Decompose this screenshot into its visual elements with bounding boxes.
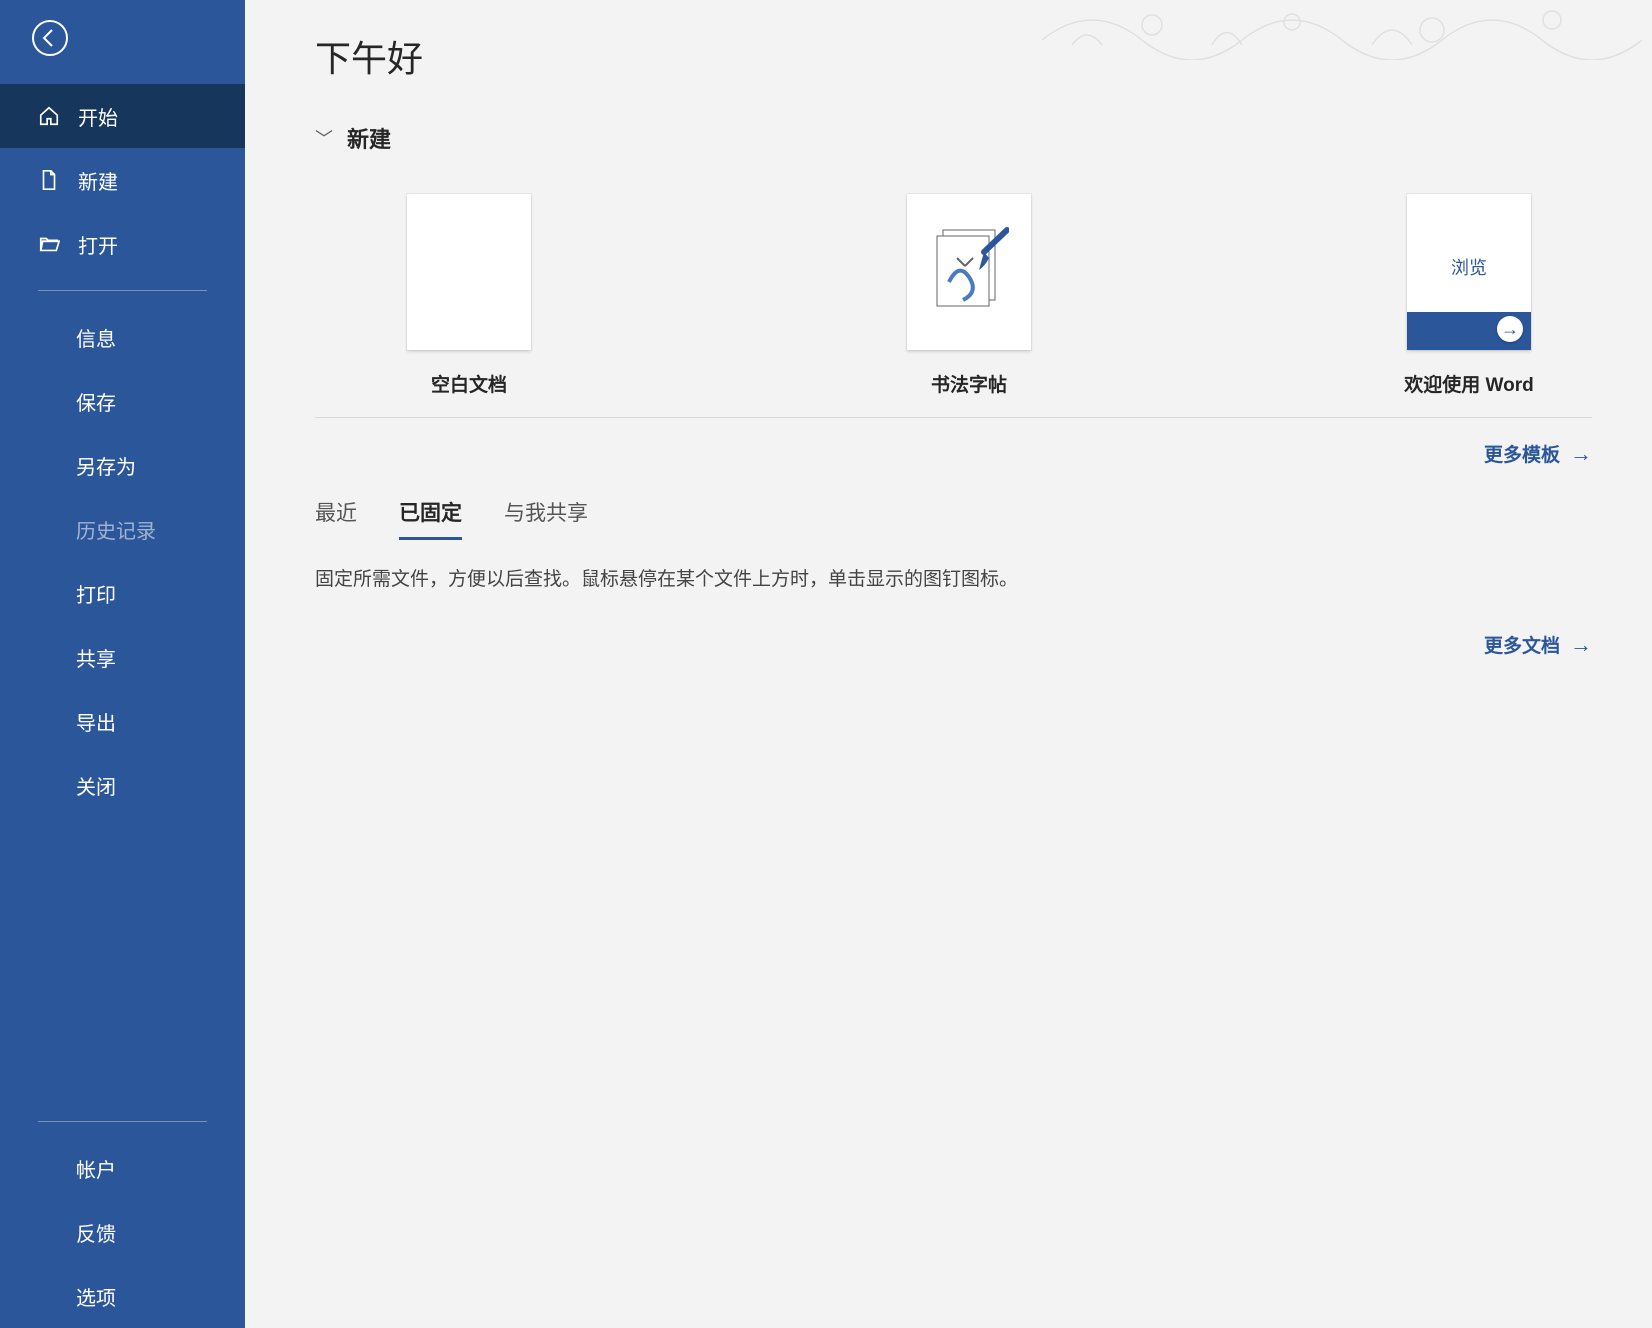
sidebar-item-info[interactable]: 信息 bbox=[0, 305, 245, 369]
more-documents-link[interactable]: 更多文档 → bbox=[315, 631, 1592, 658]
sidebar-divider bbox=[38, 1121, 207, 1122]
sidebar-item-label: 信息 bbox=[76, 323, 116, 352]
sidebar-item-share[interactable]: 共享 bbox=[0, 625, 245, 689]
home-icon bbox=[38, 105, 60, 127]
sidebar-item-label: 历史记录 bbox=[76, 515, 156, 544]
arrow-right-icon: → bbox=[1570, 441, 1592, 467]
sidebar-item-feedback[interactable]: 反馈 bbox=[0, 1200, 245, 1264]
back-arrow-icon bbox=[30, 18, 70, 63]
sidebar-item-label: 关闭 bbox=[76, 771, 116, 800]
sidebar-item-label: 帐户 bbox=[76, 1154, 116, 1183]
more-templates-link[interactable]: 更多模板 → bbox=[315, 440, 1592, 467]
document-tabs: 最近 已固定 与我共享 bbox=[315, 497, 1592, 540]
sidebar-divider bbox=[38, 290, 207, 291]
greeting-text: 下午好 bbox=[315, 30, 1592, 82]
template-thumbnail bbox=[907, 194, 1031, 350]
sidebar-item-open[interactable]: 打开 bbox=[0, 212, 245, 276]
sidebar: 开始 新建 打开 信息 保存 另存为 历史记录 打印 共享 导出 关闭 帐户 bbox=[0, 0, 245, 1328]
sidebar-item-export[interactable]: 导出 bbox=[0, 689, 245, 753]
folder-open-icon bbox=[38, 233, 60, 255]
divider bbox=[315, 417, 1592, 418]
sidebar-item-account[interactable]: 帐户 bbox=[0, 1136, 245, 1200]
sidebar-item-label: 导出 bbox=[76, 707, 116, 736]
tab-pinned[interactable]: 已固定 bbox=[399, 497, 462, 540]
arrow-right-icon: → bbox=[1497, 316, 1523, 342]
sidebar-item-label: 打开 bbox=[78, 230, 118, 259]
sidebar-item-close[interactable]: 关闭 bbox=[0, 753, 245, 817]
sidebar-item-home[interactable]: 开始 bbox=[0, 84, 245, 148]
document-icon bbox=[38, 169, 60, 191]
sidebar-item-label: 另存为 bbox=[76, 451, 136, 480]
tab-shared-with-me[interactable]: 与我共享 bbox=[504, 497, 588, 540]
sidebar-item-label: 打印 bbox=[76, 579, 116, 608]
template-thumbnail: 浏览 → bbox=[1407, 194, 1531, 350]
template-calligraphy[interactable]: 书法字帖 bbox=[889, 194, 1049, 397]
template-thumbnail bbox=[407, 194, 531, 350]
new-section-header[interactable]: ﹀ 新建 bbox=[315, 122, 1592, 154]
sidebar-item-save-as[interactable]: 另存为 bbox=[0, 433, 245, 497]
sidebar-item-label: 保存 bbox=[76, 387, 116, 416]
back-button[interactable] bbox=[26, 16, 74, 64]
chevron-down-icon: ﹀ bbox=[315, 125, 333, 151]
sidebar-item-new[interactable]: 新建 bbox=[0, 148, 245, 212]
sidebar-item-label: 开始 bbox=[78, 102, 118, 131]
arrow-right-icon: → bbox=[1570, 632, 1592, 658]
pinned-hint-text: 固定所需文件，方便以后查找。鼠标悬停在某个文件上方时，单击显示的图钉图标。 bbox=[315, 564, 1592, 591]
more-templates-label: 更多模板 bbox=[1484, 440, 1560, 467]
section-title: 新建 bbox=[347, 122, 391, 154]
more-documents-label: 更多文档 bbox=[1484, 631, 1560, 658]
templates-row: 空白文档 书法字帖 浏览 → 欢迎使用 Word bbox=[315, 194, 1592, 397]
sidebar-item-save[interactable]: 保存 bbox=[0, 369, 245, 433]
sidebar-item-print[interactable]: 打印 bbox=[0, 561, 245, 625]
sidebar-item-label: 共享 bbox=[76, 643, 116, 672]
template-blank-document[interactable]: 空白文档 bbox=[389, 194, 549, 397]
tab-recent[interactable]: 最近 bbox=[315, 497, 357, 540]
main-content: 下午好 ﹀ 新建 空白文档 书法字帖 浏览 bbox=[245, 0, 1652, 1328]
template-label: 欢迎使用 Word bbox=[1404, 370, 1533, 397]
sidebar-item-options[interactable]: 选项 bbox=[0, 1264, 245, 1328]
browse-label: 浏览 bbox=[1407, 254, 1531, 280]
sidebar-item-label: 选项 bbox=[76, 1282, 116, 1311]
template-welcome-word[interactable]: 浏览 → 欢迎使用 Word bbox=[1389, 194, 1549, 397]
sidebar-item-label: 新建 bbox=[78, 166, 118, 195]
sidebar-item-label: 反馈 bbox=[76, 1218, 116, 1247]
template-label: 空白文档 bbox=[431, 370, 507, 397]
sidebar-item-history: 历史记录 bbox=[0, 497, 245, 561]
calligraphy-icon bbox=[929, 222, 1009, 322]
template-label: 书法字帖 bbox=[931, 370, 1007, 397]
